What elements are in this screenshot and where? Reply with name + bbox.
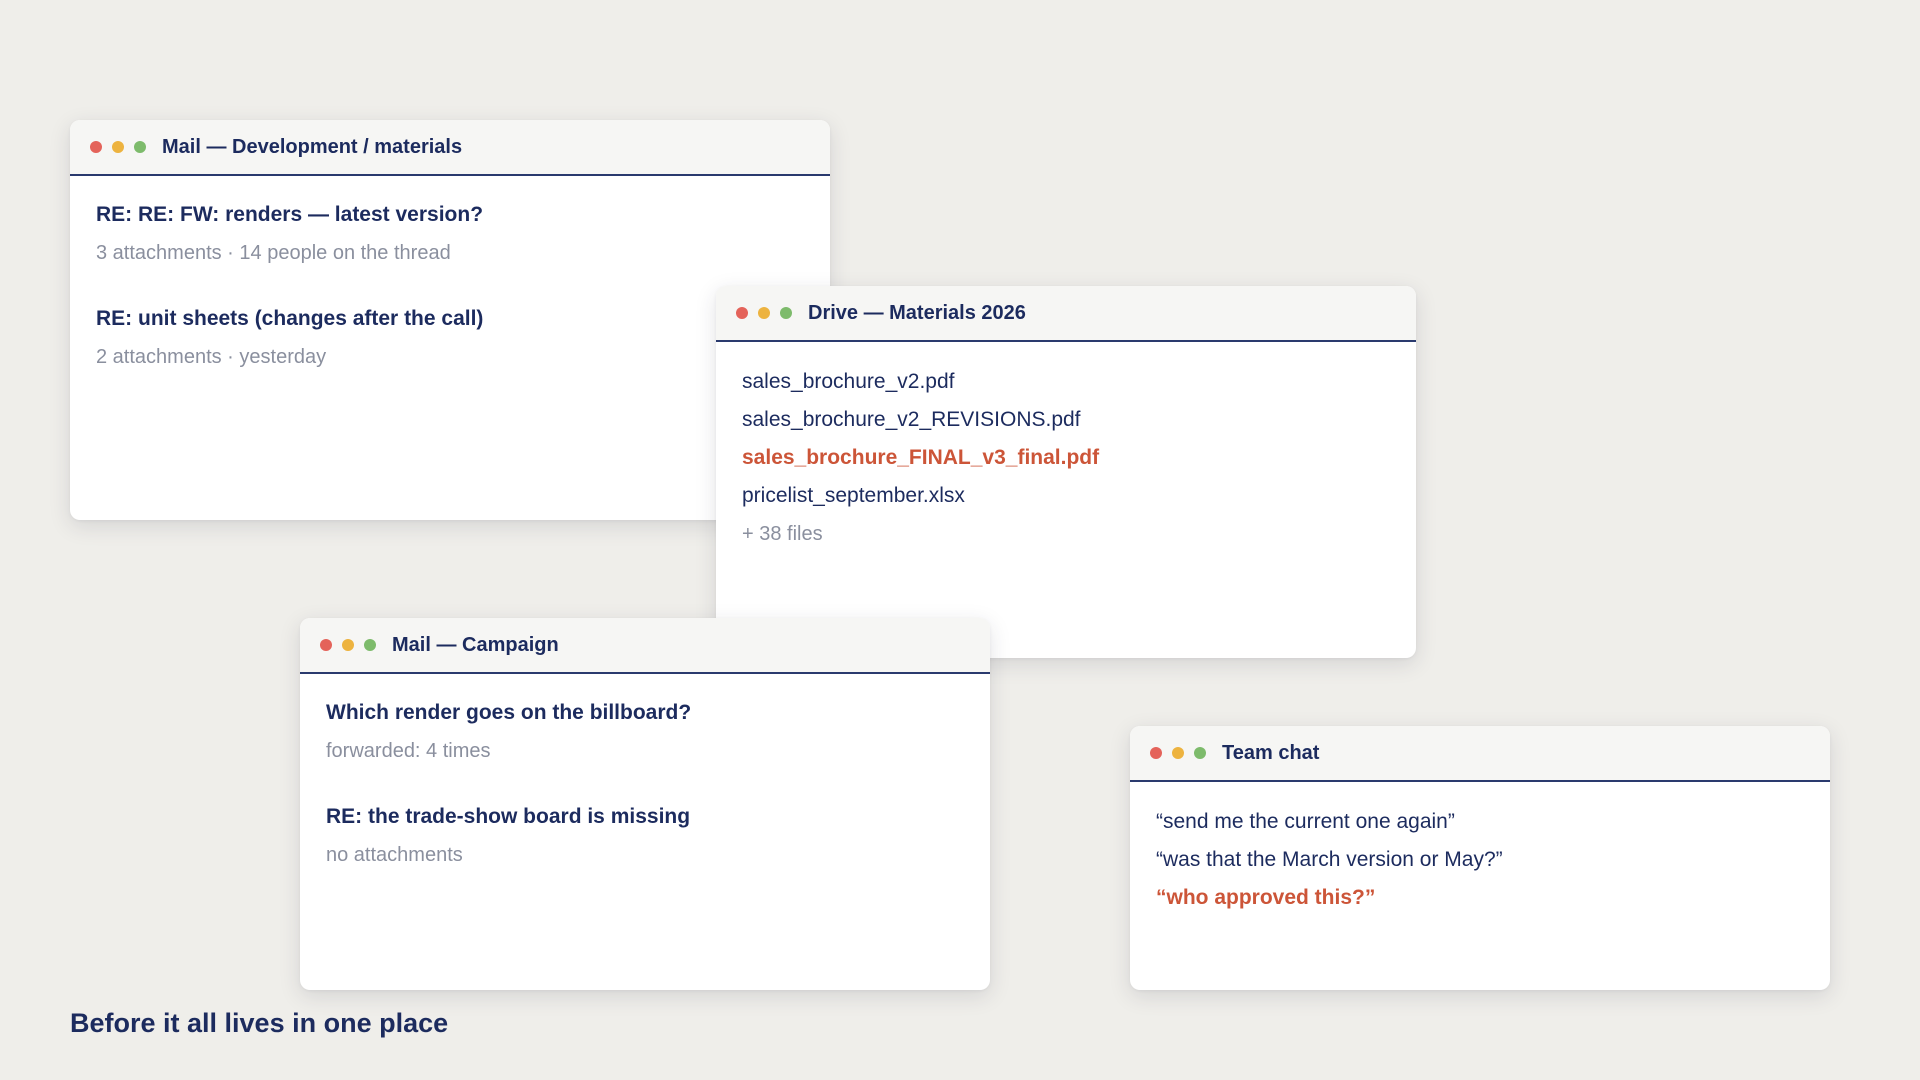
file-item[interactable]: pricelist_september.xlsx [742, 477, 1390, 515]
window-titlebar: Mail — Development / materials [70, 120, 830, 176]
window-titlebar: Drive — Materials 2026 [716, 286, 1416, 342]
window-title: Drive — Materials 2026 [808, 301, 1026, 324]
minimize-window-icon[interactable] [342, 639, 354, 651]
mail-meta: 2 attachments · yesterday [96, 346, 327, 368]
window-controls [320, 639, 376, 651]
mail-thread-item[interactable]: RE: unit sheets (changes after the call)… [96, 306, 804, 370]
window-title: Team chat [1222, 741, 1320, 764]
mail-meta: 3 attachments · 14 people on the thread [96, 242, 451, 264]
mail-subject: Which render goes on the billboard? [326, 701, 692, 724]
maximize-window-icon[interactable] [364, 639, 376, 651]
window-controls [736, 307, 792, 319]
file-item-highlighted[interactable]: sales_brochure_FINAL_v3_final.pdf [742, 439, 1390, 477]
file-item[interactable]: sales_brochure_v2_REVISIONS.pdf [742, 401, 1390, 439]
file-item[interactable]: sales_brochure_v2.pdf [742, 363, 1390, 401]
minimize-window-icon[interactable] [112, 141, 124, 153]
drive-window: Drive — Materials 2026 sales_brochure_v2… [716, 286, 1416, 658]
window-controls [1150, 747, 1206, 759]
close-window-icon[interactable] [736, 307, 748, 319]
mail-meta: no attachments [326, 844, 463, 866]
mail-meta: forwarded: 4 times [326, 740, 491, 762]
window-titlebar: Team chat [1130, 726, 1830, 782]
close-window-icon[interactable] [1150, 747, 1162, 759]
window-title: Mail — Campaign [392, 633, 559, 656]
maximize-window-icon[interactable] [134, 141, 146, 153]
window-title: Mail — Development / materials [162, 135, 463, 158]
close-window-icon[interactable] [320, 639, 332, 651]
mail-thread-item[interactable]: RE: RE: FW: renders — latest version? 3 … [96, 202, 804, 266]
chat-message: “was that the March version or May?” [1156, 848, 1503, 871]
mail-subject: RE: RE: FW: renders — latest version? [96, 203, 484, 226]
chat-messages: “send me the current one again” “was tha… [1130, 782, 1830, 917]
more-files-count[interactable]: + 38 files [742, 515, 1390, 553]
mail-thread-item[interactable]: Which render goes on the billboard? forw… [326, 700, 964, 764]
mail-subject: RE: the trade-show board is missing [326, 805, 691, 828]
page-caption: Before it all lives in one place [70, 1008, 449, 1038]
mail-subject: RE: unit sheets (changes after the call) [96, 307, 484, 330]
team-chat-window: Team chat “send me the current one again… [1130, 726, 1830, 990]
minimize-window-icon[interactable] [758, 307, 770, 319]
mail-campaign-window: Mail — Campaign Which render goes on the… [300, 618, 990, 990]
chat-message: “send me the current one again” [1156, 810, 1455, 833]
minimize-window-icon[interactable] [1172, 747, 1184, 759]
close-window-icon[interactable] [90, 141, 102, 153]
file-list: sales_brochure_v2.pdf sales_brochure_v2_… [716, 342, 1416, 553]
maximize-window-icon[interactable] [780, 307, 792, 319]
window-titlebar: Mail — Campaign [300, 618, 990, 674]
maximize-window-icon[interactable] [1194, 747, 1206, 759]
mail-thread-item[interactable]: RE: the trade-show board is missing no a… [326, 804, 964, 868]
mail-list: Which render goes on the billboard? forw… [300, 674, 990, 868]
window-controls [90, 141, 146, 153]
chat-message-highlighted: “who approved this?” [1156, 886, 1376, 909]
